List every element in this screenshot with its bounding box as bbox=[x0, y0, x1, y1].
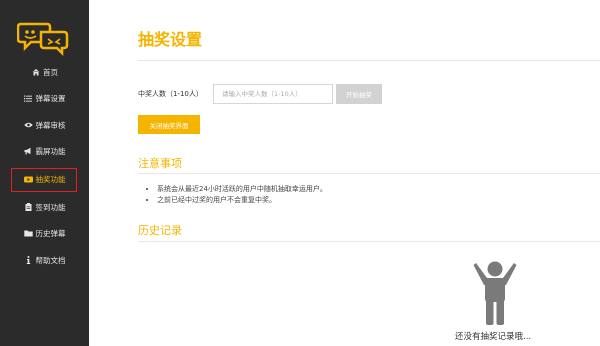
sidebar-item-danmaku-settings[interactable]: 弹幕设置 bbox=[0, 87, 89, 109]
empty-state-text: 还没有抽奖记录哦... bbox=[455, 332, 532, 342]
start-lottery-button[interactable]: 开始抽奖 bbox=[336, 84, 382, 104]
winner-count-input[interactable] bbox=[213, 84, 333, 104]
megaphone-icon bbox=[24, 147, 33, 156]
sidebar-item-danmaku-review[interactable]: 弹幕审核 bbox=[0, 114, 89, 136]
eye-icon bbox=[23, 121, 33, 130]
sidebar-item-label: 抽奖功能 bbox=[35, 174, 66, 184]
sidebar-item-help-docs[interactable]: 帮助文档 bbox=[0, 249, 89, 271]
sidebar-item-label: 历史弹幕 bbox=[35, 228, 66, 238]
notes-title: 注意事项 bbox=[138, 157, 182, 170]
sidebar-item-check-in[interactable]: 签到功能 bbox=[0, 196, 89, 218]
close-lottery-screen-button[interactable]: 关闭抽奖界面 bbox=[138, 115, 200, 134]
divider bbox=[138, 60, 600, 61]
logo bbox=[17, 22, 69, 56]
list-item: 系统会从最近24小时活跃的用户中随机抽取幸运用户。 bbox=[157, 184, 327, 195]
sidebar-item-home[interactable]: 首页 bbox=[0, 61, 89, 83]
notes-list: 系统会从最近24小时活跃的用户中随机抽取幸运用户。 之前已经中过奖的用户不会重复… bbox=[149, 184, 327, 206]
video-icon bbox=[23, 175, 33, 184]
info-icon bbox=[24, 256, 33, 265]
sidebar-item-label: 首页 bbox=[43, 67, 58, 77]
sidebar-item-label: 弹幕设置 bbox=[35, 93, 66, 103]
sidebar-item-label: 签到功能 bbox=[35, 202, 66, 212]
main-content: 抽奖设置 中奖人数（1-10人） 开始抽奖 关闭抽奖界面 注意事项 系统会从最近… bbox=[89, 0, 600, 346]
winner-count-label: 中奖人数（1-10人） bbox=[138, 90, 203, 98]
sidebar-item-screen-takeover[interactable]: 霸屏功能 bbox=[0, 140, 89, 162]
sidebar-item-history-danmaku[interactable]: 历史弹幕 bbox=[0, 222, 89, 244]
list-icon bbox=[24, 94, 33, 103]
divider bbox=[138, 241, 600, 242]
clipboard-icon bbox=[24, 203, 33, 212]
sidebar-item-label: 帮助文档 bbox=[35, 255, 66, 265]
sidebar-item-label: 弹幕审核 bbox=[35, 120, 66, 130]
home-icon bbox=[31, 68, 40, 77]
empty-state-person-icon bbox=[473, 261, 517, 325]
sidebar-item-lottery[interactable]: 抽奖功能 bbox=[0, 168, 89, 192]
folder-icon bbox=[23, 229, 33, 238]
history-title: 历史记录 bbox=[138, 224, 182, 237]
sidebar-item-label: 霸屏功能 bbox=[35, 146, 66, 156]
list-item: 之前已经中过奖的用户不会重复中奖。 bbox=[157, 195, 327, 206]
divider bbox=[138, 173, 600, 174]
sidebar: 首页 弹幕设置 弹幕审核 霸屏功能 抽奖功能 签到功能 历史弹幕 帮助文档 bbox=[0, 0, 89, 346]
page-title: 抽奖设置 bbox=[138, 30, 203, 49]
